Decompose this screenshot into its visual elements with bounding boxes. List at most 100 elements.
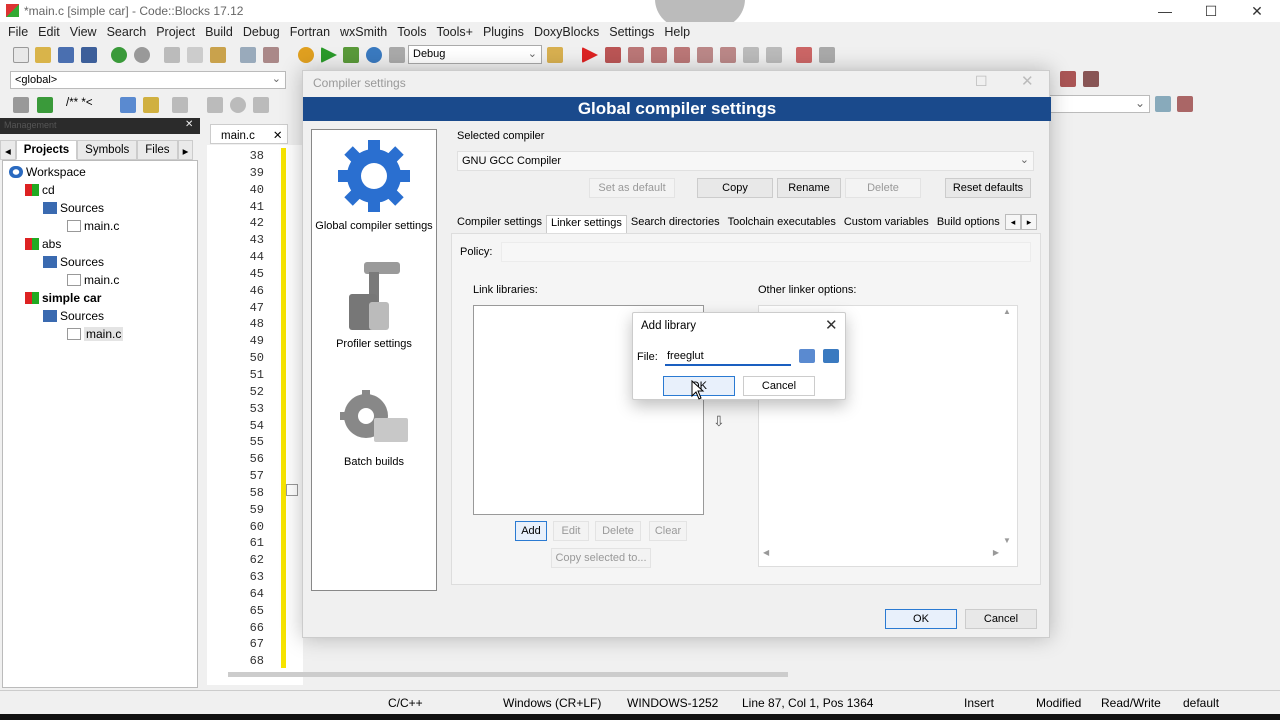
copy-icon[interactable] <box>187 47 203 63</box>
menu-plugins[interactable]: Plugins <box>478 22 529 43</box>
symbol-dropdown[interactable]: ⌄ <box>1048 95 1150 113</box>
vertical-scrollbar[interactable]: ▲ ▼ <box>1001 307 1015 545</box>
copy-button[interactable]: Copy <box>697 178 773 198</box>
tree-item-sources[interactable]: Sources <box>43 201 104 215</box>
save-all-icon[interactable] <box>81 47 97 63</box>
copy-selected-button[interactable]: Copy selected to... <box>551 548 651 568</box>
doxy-icon[interactable] <box>37 97 53 113</box>
scope-dropdown[interactable]: <global> ⌄ <box>10 71 286 89</box>
next-line-icon[interactable] <box>628 47 644 63</box>
replace-icon[interactable] <box>263 47 279 63</box>
tree-item-project-simple-car[interactable]: simple car <box>25 291 101 305</box>
library-file-input[interactable] <box>665 347 791 366</box>
browse-file-icon[interactable] <box>823 349 839 363</box>
bookmark-icon[interactable] <box>230 97 246 113</box>
menu-tools[interactable]: Tools <box>392 22 431 43</box>
policy-dropdown[interactable] <box>501 242 1031 262</box>
build-target-dropdown[interactable]: Debug ⌄ <box>408 45 542 64</box>
menu-project[interactable]: Project <box>151 22 200 43</box>
tree-item-project-abs[interactable]: abs <box>25 237 61 251</box>
jump-forward-icon[interactable] <box>1083 71 1099 87</box>
editor-horizontal-scrollbar[interactable] <box>228 672 788 677</box>
maximize-icon[interactable]: ☐ <box>975 73 988 90</box>
build-run-icon[interactable] <box>343 47 359 63</box>
close-tab-icon[interactable]: ✕ <box>273 130 283 142</box>
find-icon[interactable] <box>240 47 256 63</box>
menu-help[interactable]: Help <box>659 22 695 43</box>
target-options-icon[interactable] <box>547 47 563 63</box>
abort-icon[interactable] <box>389 47 405 63</box>
doc-icon[interactable] <box>120 97 136 113</box>
tab-scroll-right-icon[interactable]: ▸ <box>1021 214 1037 230</box>
menu-file[interactable]: File <box>3 22 33 43</box>
menu-search[interactable]: Search <box>102 22 152 43</box>
menu-fortran[interactable]: Fortran <box>285 22 335 43</box>
pause-icon[interactable] <box>743 47 759 63</box>
run-icon[interactable] <box>321 47 337 63</box>
menu-doxyblocks[interactable]: DoxyBlocks <box>529 22 604 43</box>
menu-tools-plus[interactable]: Tools+ <box>431 22 477 43</box>
tab-compiler-settings[interactable]: Compiler settings <box>453 215 546 233</box>
debug-info-icon[interactable] <box>819 47 835 63</box>
cancel-button[interactable]: Cancel <box>965 609 1037 629</box>
tab-custom-variables[interactable]: Custom variables <box>840 215 933 233</box>
minimize-button[interactable]: — <box>1142 0 1188 22</box>
menu-debug[interactable]: Debug <box>238 22 285 43</box>
step-into-icon[interactable] <box>651 47 667 63</box>
tree-item-project-cd[interactable]: cd <box>25 183 55 197</box>
zoom-search-icon[interactable] <box>1155 96 1171 112</box>
redo-icon[interactable] <box>134 47 150 63</box>
menu-view[interactable]: View <box>65 22 102 43</box>
reset-defaults-button[interactable]: Reset defaults <box>945 178 1031 198</box>
fold-marker-icon[interactable] <box>286 484 298 496</box>
tree-item-file[interactable]: main.c <box>67 273 119 287</box>
set-as-default-button[interactable]: Set as default <box>589 178 675 198</box>
category-profiler[interactable]: Profiler settings <box>312 258 436 350</box>
tab-linker-settings[interactable]: Linker settings <box>545 215 627 233</box>
browse-folder-icon[interactable] <box>799 349 815 363</box>
tab-projects[interactable]: Projects <box>15 140 78 160</box>
new-file-icon[interactable] <box>13 47 29 63</box>
add-library-button[interactable]: Add <box>515 521 547 541</box>
next-bookmark-icon[interactable] <box>253 97 269 113</box>
tab-files[interactable]: Files <box>137 140 178 160</box>
rebuild-icon[interactable] <box>366 47 382 63</box>
close-icon[interactable]: ✕ <box>825 316 838 334</box>
debug-run-icon[interactable] <box>582 47 598 63</box>
close-window-button[interactable]: ✕ <box>1234 0 1280 22</box>
tab-scroll-left-icon[interactable]: ◂ <box>1005 214 1021 230</box>
close-icon[interactable]: ✕ <box>1021 72 1034 90</box>
tree-item-file-selected[interactable]: main.c <box>67 327 124 341</box>
menu-wxsmith[interactable]: wxSmith <box>335 22 392 43</box>
tool-icon[interactable] <box>1177 96 1193 112</box>
settings-wrench-icon[interactable] <box>13 97 29 113</box>
tools-icon[interactable] <box>172 97 188 113</box>
tab-toolchain-executables[interactable]: Toolchain executables <box>724 215 840 233</box>
save-icon[interactable] <box>58 47 74 63</box>
horizontal-scrollbar[interactable]: ◀ ▶ <box>763 548 999 560</box>
tab-scroll-right-icon[interactable]: ▸ <box>177 140 194 160</box>
close-icon[interactable]: ✕ <box>185 119 193 130</box>
tree-item-file[interactable]: main.c <box>67 219 119 233</box>
debug-windows-icon[interactable] <box>796 47 812 63</box>
add-library-cancel-button[interactable]: Cancel <box>743 376 815 396</box>
maximize-button[interactable]: ☐ <box>1188 0 1234 22</box>
stop-debug-icon[interactable] <box>766 47 782 63</box>
undo-icon[interactable] <box>111 47 127 63</box>
step-out-icon[interactable] <box>674 47 690 63</box>
tree-item-sources[interactable]: Sources <box>43 309 104 323</box>
move-down-icon[interactable]: ⇩ <box>713 413 725 430</box>
tab-search-directories[interactable]: Search directories <box>627 215 724 233</box>
compiler-dropdown[interactable]: GNU GCC Compiler ⌄ <box>457 151 1034 171</box>
editor-tab-main-c[interactable]: main.c ✕ <box>210 124 288 144</box>
prev-bookmark-icon[interactable] <box>207 97 223 113</box>
tab-scroll-left-icon[interactable]: ◂ <box>0 140 16 160</box>
clear-libraries-button[interactable]: Clear <box>649 521 687 541</box>
build-gear-icon[interactable] <box>298 47 314 63</box>
step-instruction-icon[interactable] <box>720 47 736 63</box>
tree-item-sources[interactable]: Sources <box>43 255 104 269</box>
category-batch-builds[interactable]: Batch builds <box>312 388 436 468</box>
tab-build-options[interactable]: Build options <box>933 215 1004 233</box>
tree-item-workspace[interactable]: Workspace <box>9 165 86 179</box>
ok-button[interactable]: OK <box>885 609 957 629</box>
